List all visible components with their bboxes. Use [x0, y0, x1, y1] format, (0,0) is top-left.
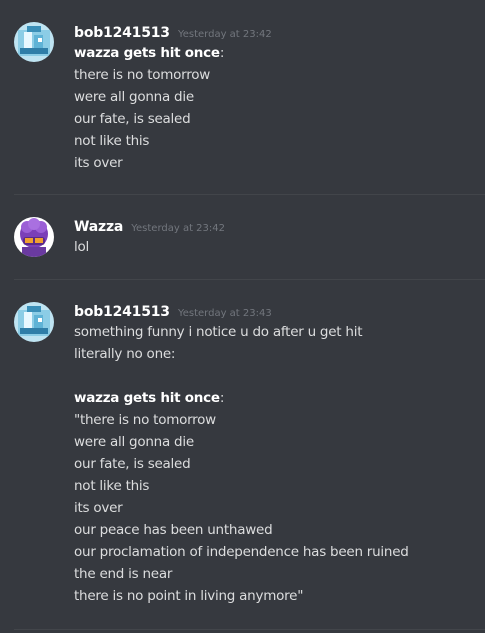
timestamp[interactable]: Yesterday at 23:42: [131, 223, 225, 234]
message-line: something funny i notice u do after u ge…: [74, 324, 363, 340]
message-line: not like this: [74, 478, 150, 494]
message-group: bob1241513 Yesterday at 23:43 something …: [0, 280, 485, 633]
message-line: literally no one:: [74, 346, 176, 362]
message-line: lol: [74, 239, 90, 255]
message-line: were all gonna die: [74, 434, 194, 450]
timestamp[interactable]: Yesterday at 23:43: [178, 308, 272, 319]
message-line: there is no point in living anymore": [74, 588, 304, 604]
purple-character-avatar-icon[interactable]: [14, 217, 54, 257]
ice-avatar-icon[interactable]: [14, 302, 54, 342]
bold-text: wazza gets hit once: [74, 45, 220, 61]
message-header: Wazza Yesterday at 23:42: [74, 216, 225, 239]
message-divider: [14, 629, 485, 630]
message-group: Wazza Yesterday at 23:42 lol: [0, 195, 485, 280]
message-line: our fate, is sealed: [74, 111, 191, 127]
message-content: lol: [74, 236, 89, 258]
message-line: its over: [74, 500, 123, 516]
message-group: bob1241513 Yesterday at 23:42 wazza gets…: [0, 0, 485, 195]
ice-avatar-icon[interactable]: [14, 22, 54, 62]
message-line: our proclamation of independence has bee…: [74, 544, 409, 560]
username[interactable]: bob1241513: [74, 25, 170, 41]
message-line: not like this: [74, 133, 150, 149]
line-text: :: [219, 390, 225, 406]
line-text: :: [219, 45, 225, 61]
message-line: wazza gets hit once:: [74, 42, 224, 64]
message-line: our peace has been unthawed: [74, 522, 273, 538]
message-line: there is no tomorrow: [74, 67, 211, 83]
message-content: wazza gets hit once: there is no tomorro…: [74, 42, 224, 174]
message-line: were all gonna die: [74, 89, 194, 105]
message-line: its over: [74, 155, 123, 171]
message-line: our fate, is sealed: [74, 456, 191, 472]
message-line: wazza gets hit once:: [74, 387, 409, 409]
bold-text: wazza gets hit once: [74, 390, 220, 406]
message-line: [74, 365, 409, 387]
message-line: "there is no tomorrow: [74, 412, 216, 428]
username[interactable]: Wazza: [74, 219, 123, 235]
message-line: the end is near: [74, 566, 173, 582]
timestamp[interactable]: Yesterday at 23:42: [178, 29, 272, 40]
message-content: something funny i notice u do after u ge…: [74, 321, 409, 607]
username[interactable]: bob1241513: [74, 304, 170, 320]
